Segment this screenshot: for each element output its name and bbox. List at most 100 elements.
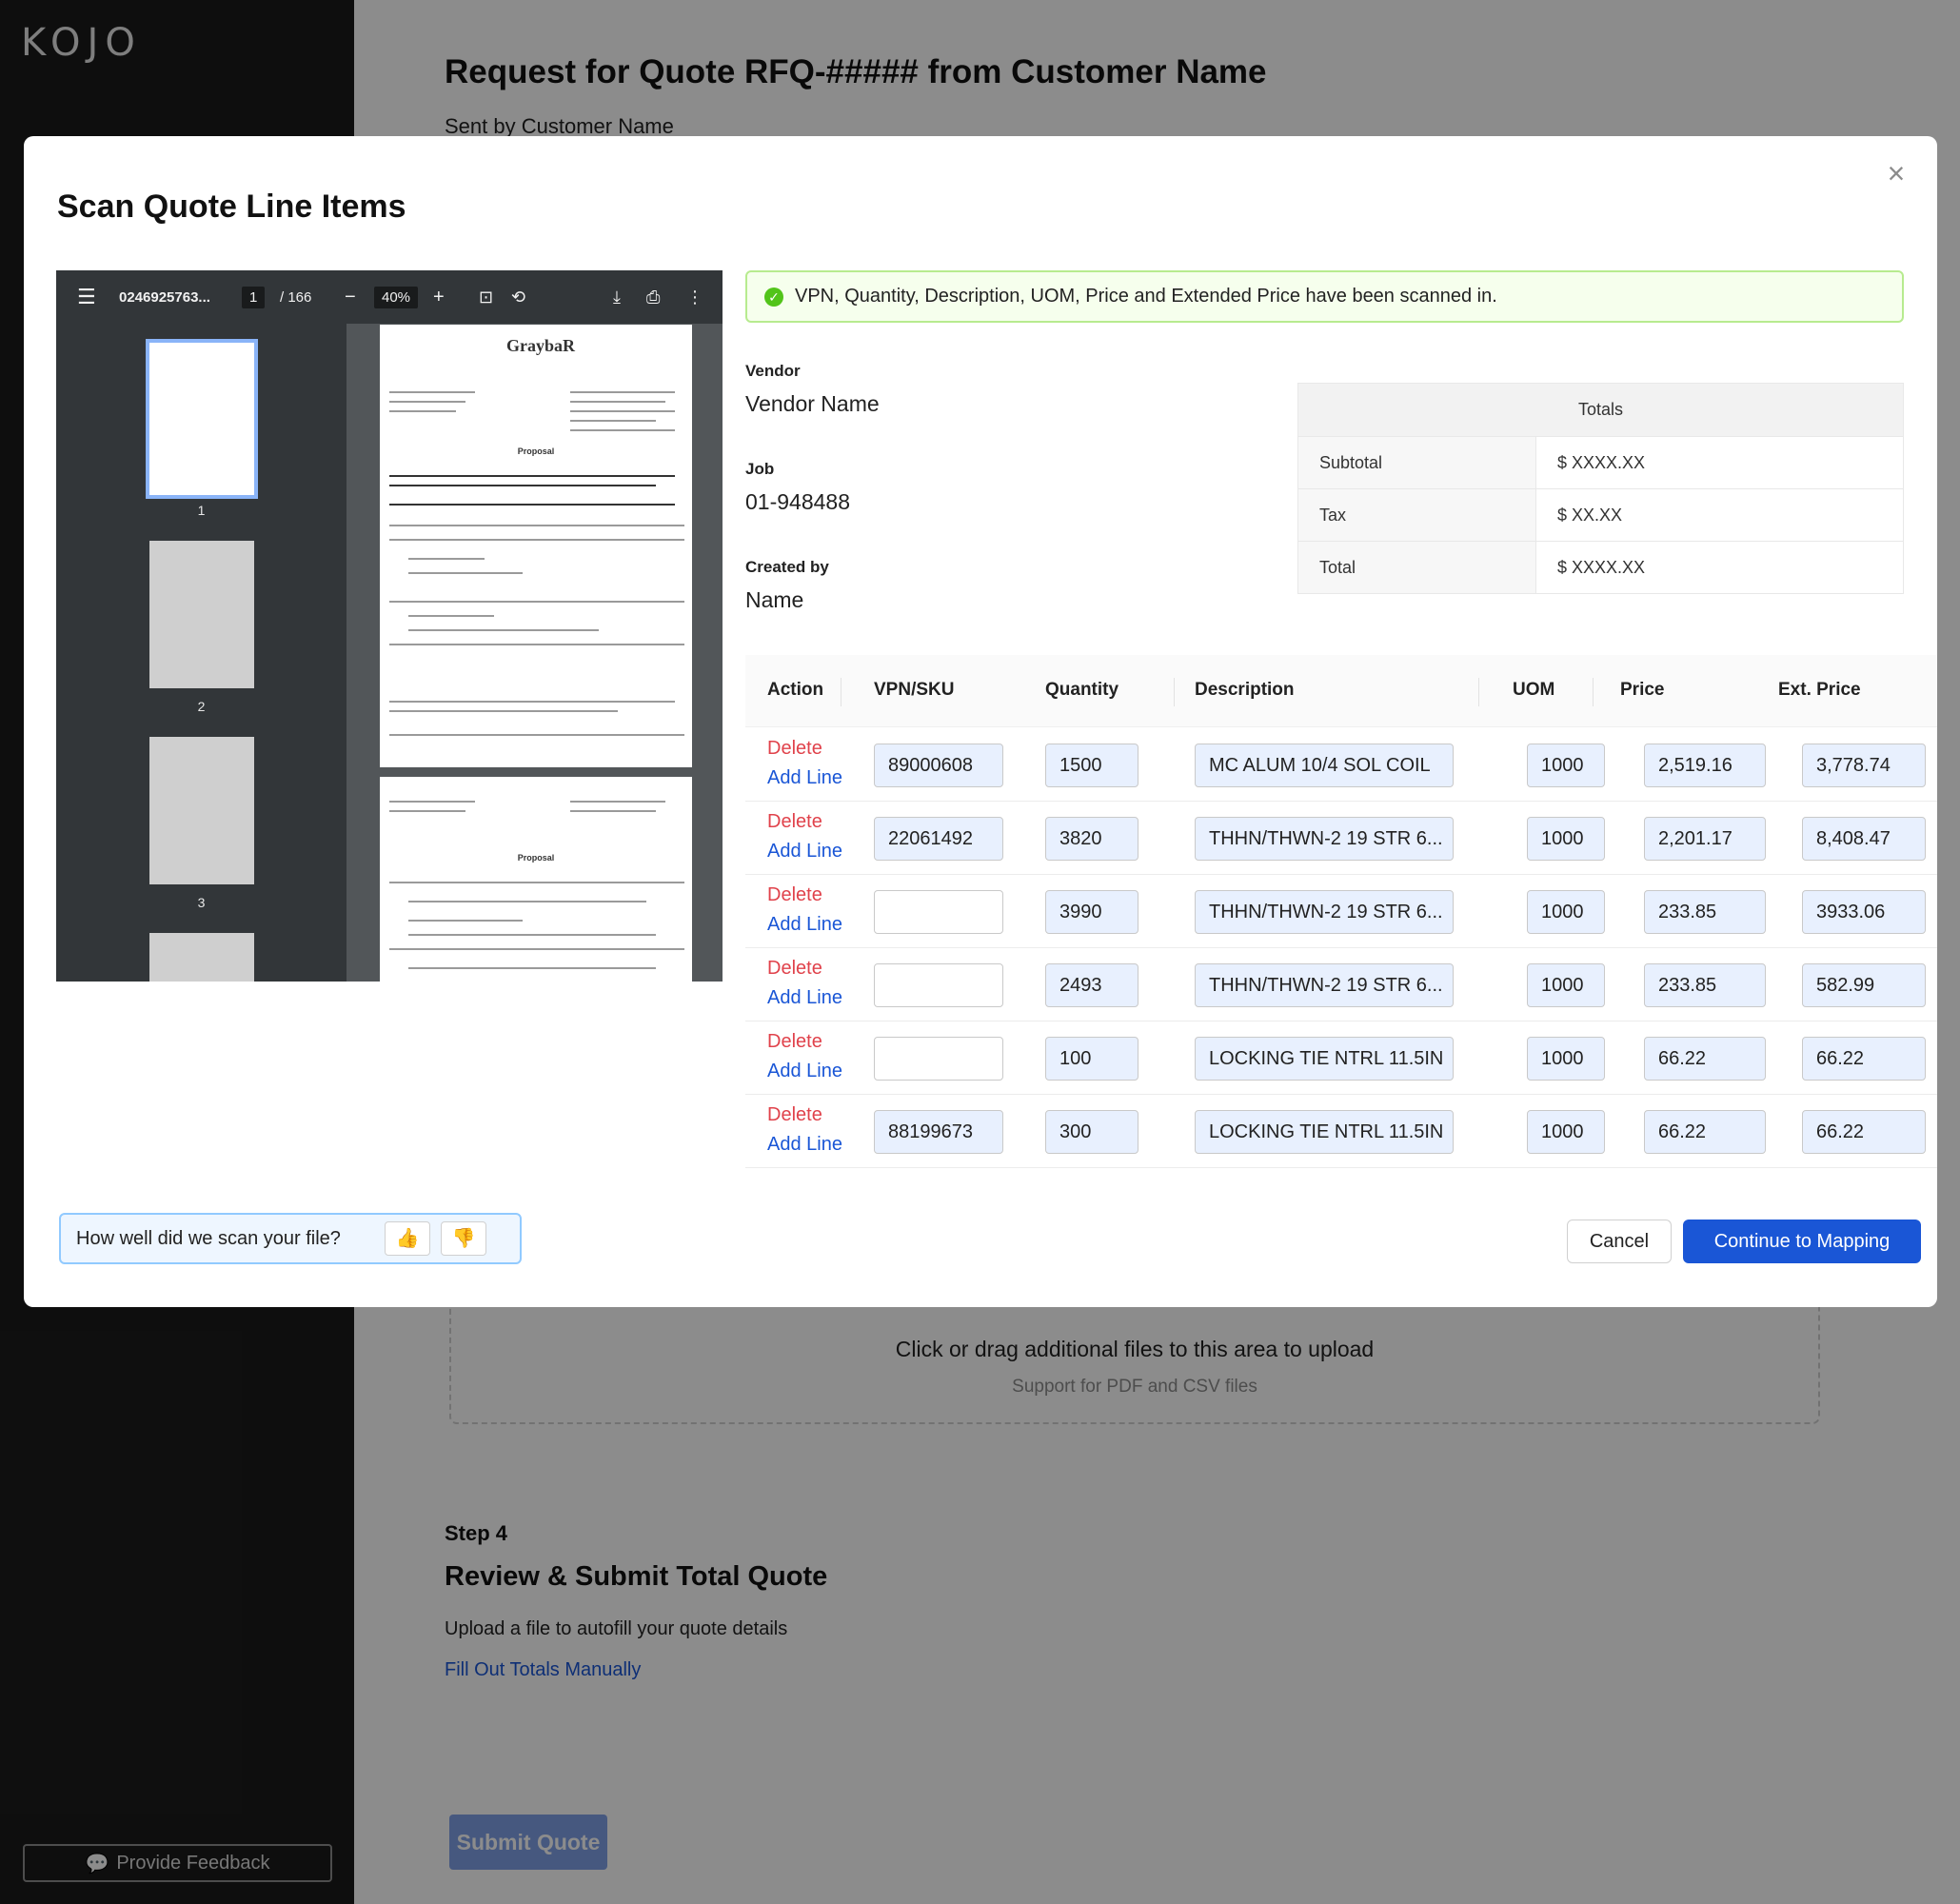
rating-question: How well did we scan your file?	[76, 1227, 341, 1249]
column-uom: UOM	[1513, 680, 1555, 700]
modal-title: Scan Quote Line Items	[57, 188, 406, 225]
delete-line-link[interactable]: Delete	[767, 738, 822, 760]
thumbs-down-icon[interactable]: 👎	[441, 1221, 486, 1256]
table-row: Delete Add Line 89000608 1500 MC ALUM 10…	[745, 728, 1937, 802]
pdf-page-total: / 166	[280, 288, 312, 306]
job-label: Job	[745, 460, 775, 478]
price-input[interactable]: 233.85	[1644, 963, 1766, 1007]
price-input[interactable]: 233.85	[1644, 890, 1766, 934]
pdf-page-input[interactable]: 1	[242, 286, 266, 308]
description-input[interactable]: LOCKING TIE NTRL 11.5IN	[1195, 1037, 1454, 1081]
uom-input[interactable]: 1000	[1527, 817, 1605, 861]
table-row: Delete Add Line 2493 THHN/THWN-2 19 STR …	[745, 948, 1937, 1021]
pdf-page: GraybaR Proposal	[380, 325, 692, 767]
vpn-input[interactable]: 88199673	[874, 1110, 1003, 1154]
alert-message: VPN, Quantity, Description, UOM, Price a…	[795, 286, 1497, 307]
vpn-input[interactable]	[874, 1037, 1003, 1081]
table-row: Delete Add Line 100 LOCKING TIE NTRL 11.…	[745, 1021, 1937, 1095]
pdf-thumbnail[interactable]	[149, 541, 254, 688]
created-by-value: Name	[745, 587, 804, 612]
delete-line-link[interactable]: Delete	[767, 811, 822, 833]
ext-price-input[interactable]: 8,408.47	[1802, 817, 1926, 861]
totals-table: Totals Subtotal $ XXXX.XX Tax $ XX.XX Tota…	[1297, 383, 1904, 594]
pdf-zoom-level[interactable]: 40%	[374, 286, 419, 308]
tax-label: Tax	[1297, 488, 1536, 542]
pdf-thumbnail[interactable]	[149, 933, 254, 982]
pdf-file-name: 0246925763...	[119, 288, 210, 306]
pdf-thumbnail-panel: 1 2 3	[56, 324, 346, 982]
pdf-thumbnail[interactable]	[149, 737, 254, 884]
price-input[interactable]: 2,519.16	[1644, 744, 1766, 787]
scan-success-alert: ✓ VPN, Quantity, Description, UOM, Price…	[745, 270, 1904, 323]
subtotal-label: Subtotal	[1297, 436, 1536, 489]
uom-input[interactable]: 1000	[1527, 1037, 1605, 1081]
description-input[interactable]: THHN/THWN-2 19 STR 6...	[1195, 817, 1454, 861]
uom-input[interactable]: 1000	[1527, 890, 1605, 934]
add-line-link[interactable]: Add Line	[767, 1061, 842, 1082]
add-line-link[interactable]: Add Line	[767, 767, 842, 789]
zoom-out-icon[interactable]: −	[345, 270, 356, 324]
vpn-input[interactable]	[874, 963, 1003, 1007]
download-icon[interactable]: ⤓	[613, 270, 621, 324]
price-input[interactable]: 2,201.17	[1644, 817, 1766, 861]
ext-price-input[interactable]: 66.22	[1802, 1110, 1926, 1154]
total-value: $ XXXX.XX	[1535, 541, 1904, 594]
ext-price-input[interactable]: 3933.06	[1802, 890, 1926, 934]
uom-input[interactable]: 1000	[1527, 963, 1605, 1007]
column-price: Price	[1620, 680, 1665, 700]
price-input[interactable]: 66.22	[1644, 1037, 1766, 1081]
delete-line-link[interactable]: Delete	[767, 958, 822, 980]
quantity-input[interactable]: 2493	[1045, 963, 1138, 1007]
pdf-page: Proposal	[380, 777, 692, 982]
graybar-logo: GraybaR	[506, 336, 575, 355]
add-line-link[interactable]: Add Line	[767, 914, 842, 936]
close-icon[interactable]: ×	[1880, 157, 1912, 189]
pdf-thumbnail[interactable]	[146, 339, 258, 499]
subtotal-value: $ XXXX.XX	[1535, 436, 1904, 489]
delete-line-link[interactable]: Delete	[767, 1031, 822, 1053]
vpn-input[interactable]: 89000608	[874, 744, 1003, 787]
column-vpn: VPN/SKU	[874, 680, 955, 700]
rotate-icon[interactable]: ⟲	[511, 270, 525, 324]
vendor-label: Vendor	[745, 362, 801, 380]
delete-line-link[interactable]: Delete	[767, 1104, 822, 1126]
pdf-viewer: ☰ 0246925763... 1 / 166 − 40% + ⊡ ⟲ ⤓ ⎙ …	[56, 270, 723, 982]
quantity-input[interactable]: 1500	[1045, 744, 1138, 787]
fit-page-icon[interactable]: ⊡	[479, 270, 493, 324]
total-label: Total	[1297, 541, 1536, 594]
thumbs-up-icon[interactable]: 👍	[385, 1221, 430, 1256]
print-icon[interactable]: ⎙	[646, 270, 660, 324]
menu-icon[interactable]: ☰	[77, 270, 96, 324]
proposal-heading: Proposal	[517, 853, 555, 863]
description-input[interactable]: MC ALUM 10/4 SOL COIL	[1195, 744, 1454, 787]
column-ext-price: Ext. Price	[1778, 680, 1861, 700]
scan-line-items-modal: Scan Quote Line Items × ☰ 0246925763... …	[24, 136, 1937, 1307]
ext-price-input[interactable]: 3,778.74	[1802, 744, 1926, 787]
add-line-link[interactable]: Add Line	[767, 1134, 842, 1156]
description-input[interactable]: THHN/THWN-2 19 STR 6...	[1195, 963, 1454, 1007]
more-options-icon[interactable]: ⋮	[686, 270, 703, 324]
delete-line-link[interactable]: Delete	[767, 884, 822, 906]
add-line-link[interactable]: Add Line	[767, 987, 842, 1009]
table-row: Delete Add Line 22061492 3820 THHN/THWN-…	[745, 802, 1937, 875]
thumbnail-number: 1	[197, 503, 206, 518]
description-input[interactable]: LOCKING TIE NTRL 11.5IN	[1195, 1110, 1454, 1154]
cancel-button[interactable]: Cancel	[1567, 1220, 1672, 1263]
tax-value: $ XX.XX	[1535, 488, 1904, 542]
description-input[interactable]: THHN/THWN-2 19 STR 6...	[1195, 890, 1454, 934]
quantity-input[interactable]: 3990	[1045, 890, 1138, 934]
price-input[interactable]: 66.22	[1644, 1110, 1766, 1154]
quantity-input[interactable]: 3820	[1045, 817, 1138, 861]
quantity-input[interactable]: 100	[1045, 1037, 1138, 1081]
ext-price-input[interactable]: 66.22	[1802, 1037, 1926, 1081]
continue-to-mapping-button[interactable]: Continue to Mapping	[1683, 1220, 1921, 1263]
vpn-input[interactable]: 22061492	[874, 817, 1003, 861]
vpn-input[interactable]	[874, 890, 1003, 934]
zoom-in-icon[interactable]: +	[433, 270, 445, 324]
ext-price-input[interactable]: 582.99	[1802, 963, 1926, 1007]
uom-input[interactable]: 1000	[1527, 744, 1605, 787]
quantity-input[interactable]: 300	[1045, 1110, 1138, 1154]
add-line-link[interactable]: Add Line	[767, 841, 842, 863]
table-row: Delete Add Line 88199673 300 LOCKING TIE…	[745, 1095, 1937, 1168]
uom-input[interactable]: 1000	[1527, 1110, 1605, 1154]
